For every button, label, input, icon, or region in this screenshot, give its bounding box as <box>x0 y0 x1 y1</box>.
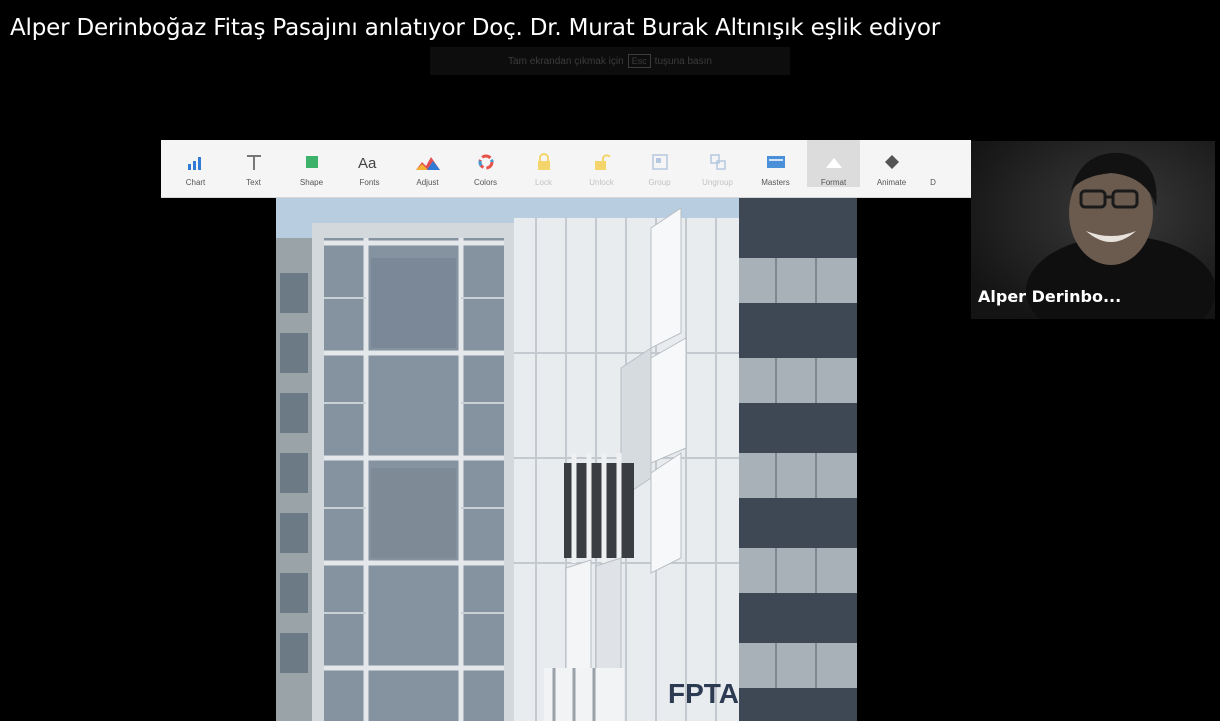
meeting-title: Alper Derinboğaz Fitaş Pasajını anlatıyo… <box>10 15 940 41</box>
toolbar-colors[interactable]: Colors <box>459 140 512 187</box>
toolbar-label: Format <box>820 178 847 187</box>
fullscreen-exit-hint: Tam ekrandan çıkmak için Esc tuşuna bası… <box>430 47 790 75</box>
building-sign: FPTA <box>668 678 739 709</box>
unlock-icon <box>589 150 615 174</box>
masters-icon <box>763 150 789 174</box>
toolbar-label: Unlock <box>589 178 614 187</box>
slide-building-photo: FPTA <box>276 198 857 721</box>
keynote-toolbar: Chart Text Shape Aa Fonts Adjust Colors … <box>161 140 971 198</box>
toolbar-label: Group <box>648 178 671 187</box>
ungroup-icon <box>705 150 731 174</box>
toolbar-format[interactable]: Format <box>807 140 860 187</box>
toolbar-label: Masters <box>761 178 790 187</box>
toolbar-text[interactable]: Text <box>227 140 280 187</box>
esc-key: Esc <box>627 54 651 68</box>
toolbar-shape[interactable]: Shape <box>285 140 338 187</box>
animate-icon <box>879 150 905 174</box>
toolbar-label: Colors <box>473 178 498 187</box>
lock-icon <box>531 150 557 174</box>
toolbar-ungroup[interactable]: Ungroup <box>691 140 744 187</box>
participant-name-label: Alper Derinbo... <box>978 287 1122 306</box>
hint-text-after: tuşuna basın <box>654 55 712 67</box>
toolbar-adjust[interactable]: Adjust <box>401 140 454 187</box>
hint-text-before: Tam ekrandan çıkmak için <box>508 55 624 67</box>
toolbar-label: Ungroup <box>702 178 733 187</box>
toolbar-label: Chart <box>185 178 206 187</box>
toolbar-unlock[interactable]: Unlock <box>575 140 628 187</box>
toolbar-label: Lock <box>535 178 552 187</box>
format-icon <box>821 150 847 174</box>
toolbar-document[interactable]: D <box>923 140 943 187</box>
toolbar-label: Text <box>246 178 261 187</box>
document-icon <box>920 150 946 174</box>
toolbar-label: Animate <box>876 178 907 187</box>
participant-video-tile[interactable]: Alper Derinbo... <box>971 141 1215 319</box>
toolbar-group[interactable]: Group <box>633 140 686 187</box>
toolbar-label: Fonts <box>359 178 380 187</box>
toolbar-label: D <box>930 178 936 187</box>
svg-text:Aa: Aa <box>358 155 377 171</box>
adjust-icon <box>415 150 441 174</box>
toolbar-masters[interactable]: Masters <box>749 140 802 187</box>
colors-icon <box>473 150 499 174</box>
toolbar-lock[interactable]: Lock <box>517 140 570 187</box>
group-icon <box>647 150 673 174</box>
toolbar-label: Adjust <box>416 178 439 187</box>
toolbar-label: Shape <box>299 178 324 187</box>
fonts-icon: Aa <box>357 150 383 174</box>
toolbar-animate[interactable]: Animate <box>865 140 918 187</box>
shape-icon <box>299 150 325 174</box>
toolbar-fonts[interactable]: Aa Fonts <box>343 140 396 187</box>
text-icon <box>241 150 267 174</box>
chart-icon <box>183 150 209 174</box>
toolbar-chart[interactable]: Chart <box>169 140 222 187</box>
